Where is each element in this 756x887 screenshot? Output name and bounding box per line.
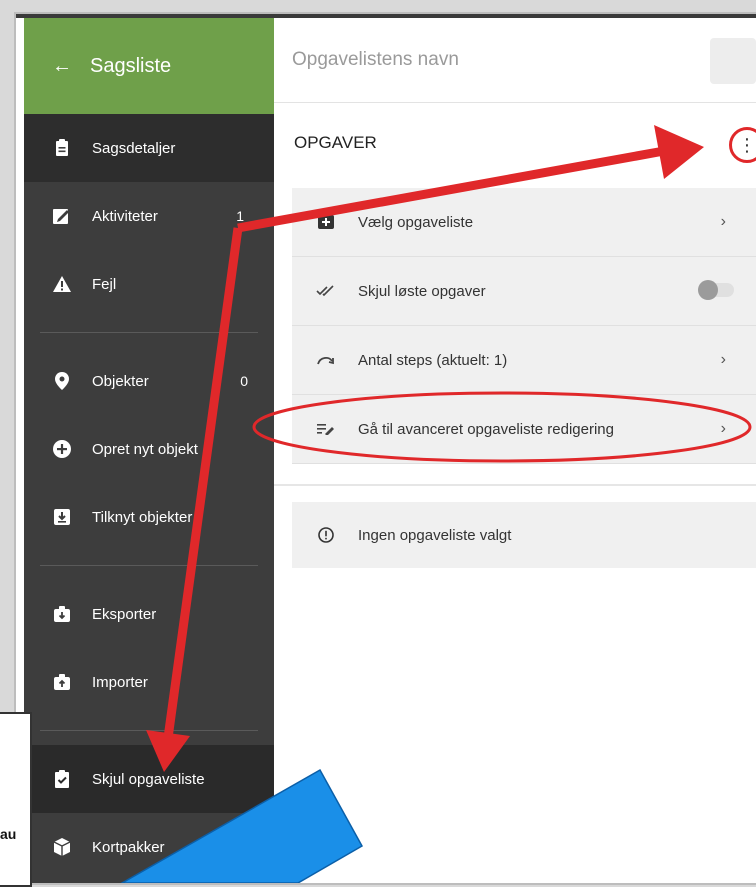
- menu-item-label: Antal steps (aktuelt: 1): [358, 351, 508, 369]
- info-circle-icon: [314, 527, 338, 543]
- section-title: OPGAVER: [294, 133, 377, 152]
- edit-square-icon: [52, 207, 72, 225]
- sidebar-item-case-details[interactable]: Sagsdetaljer: [24, 114, 274, 182]
- sidebar-divider: [40, 730, 258, 731]
- sidebar-item-create-object[interactable]: Opret nyt objekt: [24, 415, 274, 483]
- sidebar-item-export[interactable]: Eksporter: [24, 580, 274, 648]
- briefcase-up-icon: [52, 673, 72, 691]
- sidebar-item-map-packages[interactable]: Kortpakker: [24, 813, 274, 881]
- chevron-right-icon: ›: [720, 351, 726, 368]
- chevron-right-icon: ›: [720, 420, 726, 437]
- clipboard-icon: [52, 139, 72, 157]
- empty-message: Ingen opgaveliste valgt: [358, 526, 512, 544]
- double-check-icon: [314, 285, 338, 297]
- note-fragment-text: au: [0, 826, 17, 842]
- sidebar-divider: [40, 332, 258, 333]
- header-action-button[interactable]: [710, 38, 756, 84]
- clipboard-check-icon: [52, 770, 72, 788]
- download-box-icon: [52, 508, 72, 526]
- edit-list-icon: [314, 423, 338, 435]
- sidebar-item-import[interactable]: Importer: [24, 648, 274, 716]
- menu-item-advanced-editing[interactable]: Gå til avanceret opgaveliste redigering …: [292, 395, 756, 464]
- section-separator: [274, 484, 756, 496]
- sidebar-item-attach-objects[interactable]: Tilknyt objekter: [24, 483, 274, 551]
- main-panel: Opgavelistens navn OPGAVER ⋮ Vælg opgave…: [274, 18, 756, 883]
- tasks-section-header: OPGAVER ⋮: [274, 103, 756, 183]
- sidebar: ← Sagsliste Sagsdetaljer Aktiviteter 1 F…: [24, 18, 274, 883]
- task-list-header: Opgavelistens navn: [274, 18, 756, 103]
- sidebar-item-objects[interactable]: Objekter 0: [24, 347, 274, 415]
- sidebar-item-label: Aktiviteter: [92, 207, 158, 225]
- cropped-note-box: au: [0, 712, 32, 887]
- sidebar-item-errors[interactable]: Fejl: [24, 250, 274, 318]
- activity-count-badge: 1: [236, 208, 244, 224]
- menu-item-step-count[interactable]: Antal steps (aktuelt: 1) ›: [292, 326, 756, 395]
- redo-arrow-icon: [314, 354, 338, 366]
- app-window: ← Sagsliste Sagsdetaljer Aktiviteter 1 F…: [16, 14, 756, 883]
- plus-circle-icon: [52, 440, 72, 458]
- sidebar-item-label: Tilknyt objekter: [92, 508, 193, 526]
- menu-item-label: Gå til avanceret opgaveliste redigering: [358, 420, 614, 438]
- sidebar-item-label: Kortpakker: [92, 838, 165, 856]
- package-icon: [52, 838, 72, 856]
- sidebar-divider: [40, 565, 258, 566]
- kebab-menu-icon: ⋮: [738, 135, 756, 155]
- options-menu: Vælg opgaveliste › Skjul løste opgaver A…: [292, 188, 756, 464]
- empty-task-list-notice: Ingen opgaveliste valgt: [292, 502, 756, 568]
- sidebar-item-label: Skjul opgaveliste: [92, 770, 205, 788]
- list-add-icon: [314, 215, 338, 229]
- sidebar-item-label: Fejl: [92, 275, 117, 293]
- sidebar-item-activities[interactable]: Aktiviteter 1: [24, 182, 274, 250]
- objects-count-badge: 0: [240, 373, 248, 389]
- location-pin-icon: [52, 372, 72, 390]
- sidebar-item-hide-task-list[interactable]: Skjul opgaveliste: [24, 745, 274, 813]
- menu-item-label: Vælg opgaveliste: [358, 213, 474, 231]
- back-arrow-icon: ←: [52, 54, 72, 77]
- back-label: Sagsliste: [90, 54, 172, 77]
- sidebar-item-label: Sagsdetaljer: [92, 139, 176, 157]
- task-list-name-field[interactable]: Opgavelistens navn: [292, 49, 459, 71]
- hide-solved-toggle[interactable]: [698, 280, 734, 300]
- menu-item-select-task-list[interactable]: Vælg opgaveliste ›: [292, 188, 756, 257]
- back-to-case-list[interactable]: ← Sagsliste: [24, 18, 274, 114]
- sidebar-item-label: Objekter: [92, 372, 149, 390]
- sidebar-item-label: Importer: [92, 673, 148, 691]
- more-options-button[interactable]: ⋮: [729, 127, 756, 163]
- warning-icon: [52, 275, 72, 293]
- menu-item-label: Skjul løste opgaver: [358, 282, 486, 300]
- chevron-right-icon: ›: [720, 213, 726, 230]
- sidebar-item-label: Eksporter: [92, 605, 157, 623]
- sidebar-item-label: Opret nyt objekt: [92, 440, 198, 458]
- briefcase-down-icon: [52, 605, 72, 623]
- menu-item-hide-solved-tasks[interactable]: Skjul løste opgaver: [292, 257, 756, 326]
